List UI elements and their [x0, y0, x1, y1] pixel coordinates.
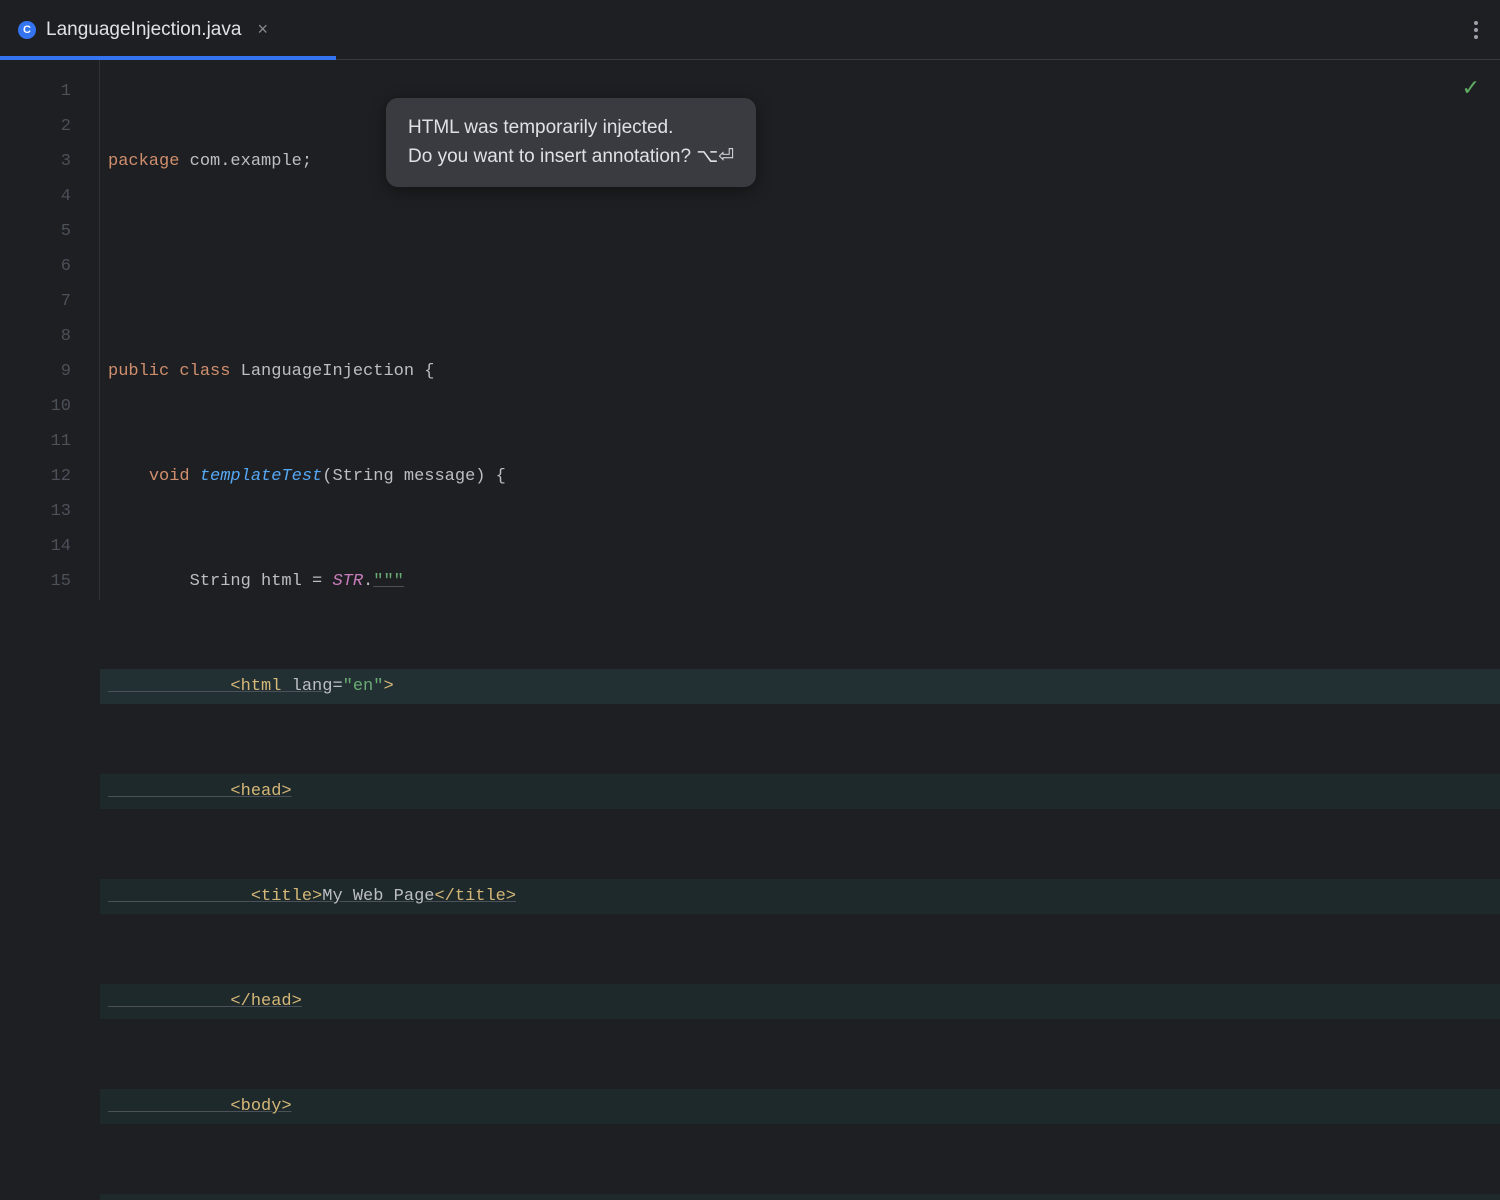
class-file-icon: C	[18, 21, 36, 39]
line-number: 9	[0, 354, 71, 389]
line-number: 10	[0, 389, 71, 424]
code-line: String html = STR."""	[100, 564, 1500, 599]
line-number: 14	[0, 529, 71, 564]
line-number: 11	[0, 424, 71, 459]
code-line	[100, 249, 1500, 284]
line-number: 12	[0, 459, 71, 494]
tooltip-line: HTML was temporarily injected.	[408, 114, 734, 143]
code-line: <body>	[100, 1089, 1500, 1124]
line-number: 13	[0, 494, 71, 529]
line-number: 15	[0, 564, 71, 599]
line-number: 4	[0, 179, 71, 214]
tab-bar: C LanguageInjection.java ×	[0, 0, 1500, 60]
tab-bar-right	[1474, 21, 1500, 39]
line-number: 5	[0, 214, 71, 249]
tab-filename: LanguageInjection.java	[46, 19, 241, 41]
more-icon[interactable]	[1474, 21, 1478, 39]
shortcut-hint: ⌥⏎	[696, 146, 734, 167]
line-number: 1	[0, 74, 71, 109]
line-number: 7	[0, 284, 71, 319]
code-line: void templateTest(String message) {	[100, 459, 1500, 494]
code-line: <title>My Web Page</title>	[100, 879, 1500, 914]
code-area[interactable]: package com.example; public class Langua…	[100, 60, 1500, 600]
injection-tooltip[interactable]: HTML was temporarily injected. Do you wa…	[386, 98, 756, 187]
checkmark-icon[interactable]: ✓	[1462, 76, 1480, 102]
code-line: <h1>\{message}</h1>	[100, 1194, 1500, 1200]
file-tab[interactable]: C LanguageInjection.java ×	[0, 0, 282, 59]
line-number: 2	[0, 109, 71, 144]
tooltip-line: Do you want to insert annotation? ⌥⏎	[408, 143, 734, 172]
code-line: package com.example;	[100, 144, 1500, 179]
code-line: public class LanguageInjection {	[100, 354, 1500, 389]
code-line: <html lang="en">	[100, 669, 1500, 704]
line-number: 6	[0, 249, 71, 284]
gutter: 1 2 3 4 5 6 7 8 9 10 11 12 13 14 15	[0, 60, 100, 600]
code-line: <head>	[100, 774, 1500, 809]
close-icon[interactable]: ×	[257, 19, 268, 40]
code-line: </head>	[100, 984, 1500, 1019]
line-number: 3	[0, 144, 71, 179]
line-number: 8	[0, 319, 71, 354]
